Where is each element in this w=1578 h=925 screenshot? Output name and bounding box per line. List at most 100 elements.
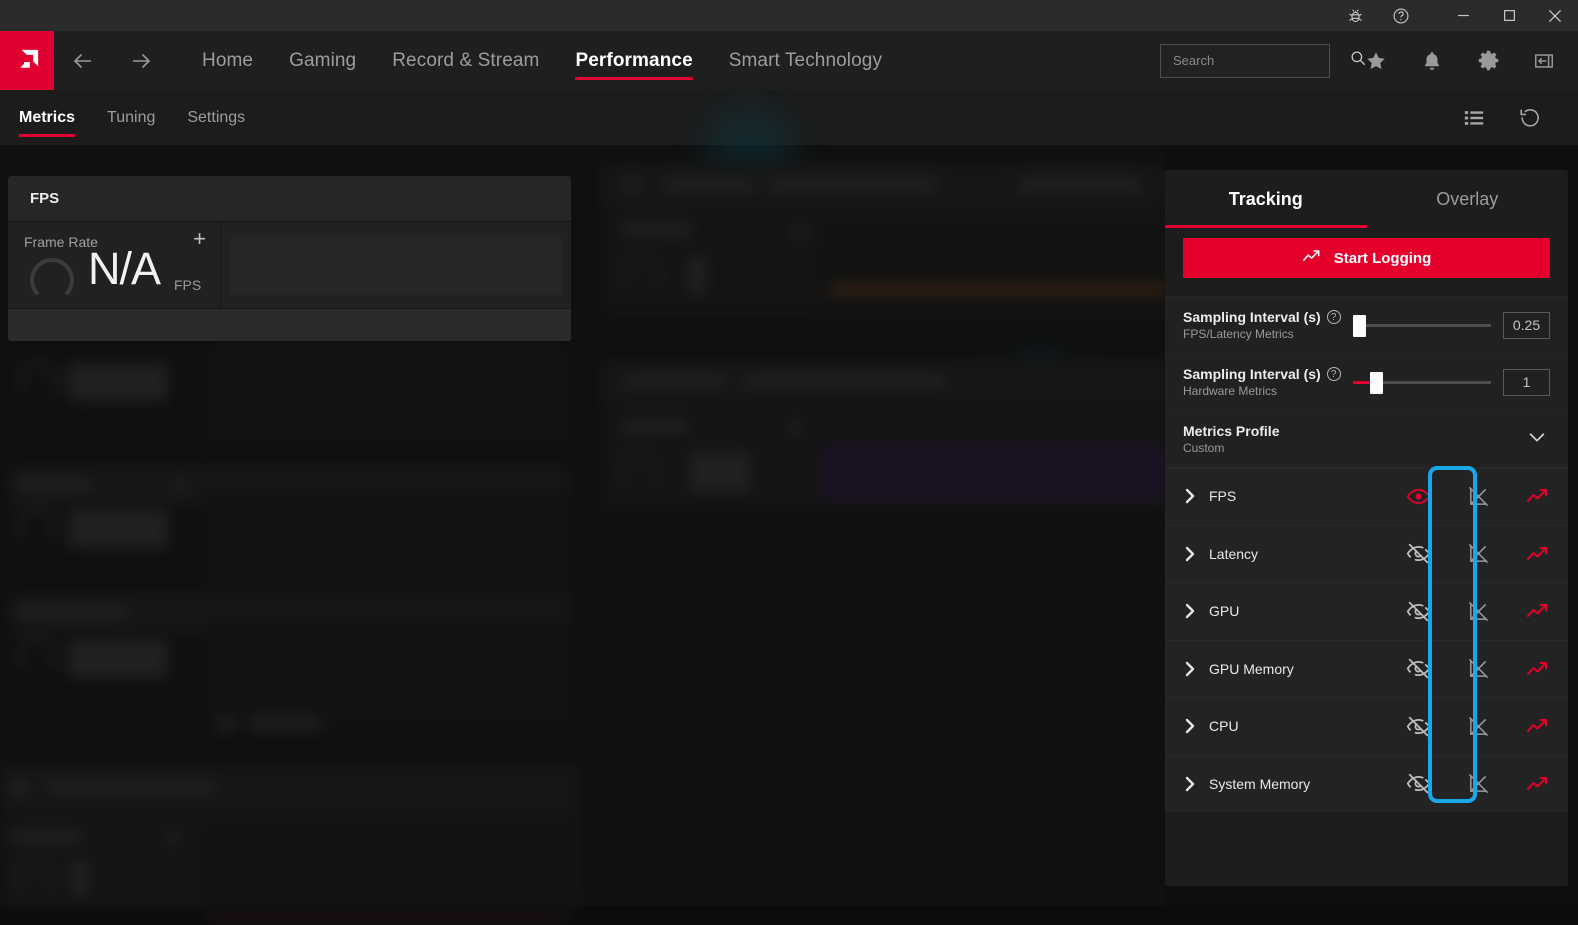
sampling-fps-title-wrap: Sampling Interval (s) ?: [1183, 309, 1341, 325]
sampling-fps-slider-track: [1353, 324, 1491, 327]
sampling-hw-title: Sampling Interval (s): [1183, 366, 1321, 382]
chevron-right-icon[interactable]: [1183, 602, 1209, 620]
fps-card-footer: [8, 308, 571, 341]
help-icon[interactable]: [1378, 0, 1424, 31]
visibility-eye-icon[interactable]: [1388, 484, 1448, 509]
nav-right-group: [1160, 31, 1578, 90]
nav-back-button[interactable]: [54, 31, 112, 90]
close-icon[interactable]: [1532, 0, 1578, 31]
settings-gear-icon[interactable]: [1460, 31, 1516, 90]
start-logging-label: Start Logging: [1334, 250, 1432, 267]
nav-item-group: Home Gaming Record & Stream Performance …: [184, 31, 900, 90]
chart-disabled-icon[interactable]: [1448, 657, 1508, 680]
collapse-panel-icon[interactable]: [1516, 31, 1572, 90]
maximize-icon[interactable]: [1486, 0, 1532, 31]
nav-item-gaming[interactable]: Gaming: [271, 31, 374, 90]
minimize-icon[interactable]: [1440, 0, 1486, 31]
sampling-fps-subtitle: FPS/Latency Metrics: [1183, 327, 1341, 341]
fps-card-title: FPS: [8, 176, 571, 222]
chart-disabled-icon[interactable]: [1448, 715, 1508, 738]
metric-row-latency[interactable]: Latency: [1165, 525, 1568, 583]
sampling-hw-value-input[interactable]: [1503, 369, 1550, 396]
metric-action-icons: [1388, 771, 1568, 796]
nav-item-record-stream[interactable]: Record & Stream: [374, 31, 557, 90]
metric-label: System Memory: [1209, 776, 1388, 792]
nav-item-home[interactable]: Home: [184, 31, 271, 90]
start-logging-container: Start Logging: [1165, 228, 1568, 296]
list-view-icon[interactable]: [1446, 90, 1502, 145]
fps-card-body: Frame Rate + N/A FPS: [8, 222, 571, 308]
chevron-right-icon[interactable]: [1183, 660, 1209, 678]
metrics-list: FPS: [1165, 467, 1568, 886]
sampling-interval-hardware-row: Sampling Interval (s) ? Hardware Metrics: [1165, 353, 1568, 410]
chevron-down-icon[interactable]: [1526, 426, 1548, 453]
frame-rate-graph-cell: [221, 222, 571, 308]
visibility-eye-off-icon[interactable]: [1388, 599, 1448, 624]
metric-row-fps[interactable]: FPS: [1165, 467, 1568, 525]
notifications-bell-icon[interactable]: [1404, 31, 1460, 90]
panel-tab-tracking[interactable]: Tracking: [1165, 170, 1367, 228]
title-bar: [0, 0, 1578, 31]
help-question-icon[interactable]: ?: [1327, 310, 1341, 324]
metric-action-icons: [1388, 714, 1568, 739]
metric-action-icons: [1388, 484, 1568, 509]
visibility-eye-off-icon[interactable]: [1388, 656, 1448, 681]
tab-tuning[interactable]: Tuning: [91, 90, 171, 145]
tab-settings[interactable]: Settings: [171, 90, 261, 145]
sampling-hw-slider[interactable]: [1353, 372, 1491, 392]
sampling-fps-value-input[interactable]: [1503, 312, 1550, 339]
sampling-hw-slider-knob[interactable]: [1370, 372, 1383, 394]
metric-row-system-memory[interactable]: System Memory: [1165, 755, 1568, 813]
visibility-eye-off-icon[interactable]: [1388, 771, 1448, 796]
nav-item-smart-technology[interactable]: Smart Technology: [711, 31, 900, 90]
chevron-right-icon[interactable]: [1183, 717, 1209, 735]
tab-metrics[interactable]: Metrics: [3, 90, 91, 145]
metric-label: GPU Memory: [1209, 661, 1388, 677]
tracking-side-panel: Tracking Overlay Start Logging Sampling …: [1165, 145, 1578, 906]
frame-rate-gauge-ring: [30, 258, 74, 302]
metric-row-gpu-memory[interactable]: GPU Memory: [1165, 640, 1568, 698]
search-box[interactable]: [1160, 44, 1330, 78]
bug-report-icon[interactable]: [1332, 0, 1378, 31]
nav-item-performance[interactable]: Performance: [557, 31, 710, 90]
amd-logo-icon[interactable]: [0, 31, 54, 90]
help-question-icon[interactable]: ?: [1327, 367, 1341, 381]
chart-disabled-icon[interactable]: [1448, 485, 1508, 508]
search-input[interactable]: [1173, 53, 1349, 68]
visibility-eye-off-icon[interactable]: [1388, 714, 1448, 739]
reset-icon[interactable]: [1502, 90, 1558, 145]
sampling-fps-slider-knob[interactable]: [1353, 315, 1366, 337]
trend-up-icon: [1302, 248, 1322, 268]
chart-disabled-icon[interactable]: [1448, 542, 1508, 565]
tracking-trend-icon[interactable]: [1508, 659, 1568, 679]
metric-row-cpu[interactable]: CPU: [1165, 697, 1568, 755]
add-metric-button[interactable]: +: [193, 228, 206, 250]
chevron-right-icon[interactable]: [1183, 487, 1209, 505]
chevron-right-icon[interactable]: [1183, 545, 1209, 563]
chevron-right-icon[interactable]: [1183, 775, 1209, 793]
chart-disabled-icon[interactable]: [1448, 772, 1508, 795]
sampling-hw-subtitle: Hardware Metrics: [1183, 384, 1341, 398]
tracking-trend-icon[interactable]: [1508, 774, 1568, 794]
start-logging-button[interactable]: Start Logging: [1183, 238, 1550, 278]
panel-tab-overlay[interactable]: Overlay: [1367, 170, 1569, 228]
frame-rate-gauge-cell: Frame Rate + N/A FPS: [8, 222, 221, 308]
metric-row-gpu[interactable]: GPU: [1165, 582, 1568, 640]
visibility-eye-off-icon[interactable]: [1388, 541, 1448, 566]
tracking-trend-icon[interactable]: [1508, 601, 1568, 621]
chart-disabled-icon[interactable]: [1448, 600, 1508, 623]
nav-forward-button[interactable]: [112, 31, 170, 90]
sampling-fps-title: Sampling Interval (s): [1183, 309, 1321, 325]
favorites-star-icon[interactable]: [1348, 31, 1404, 90]
metric-action-icons: [1388, 656, 1568, 681]
tracking-panel-inner: Tracking Overlay Start Logging Sampling …: [1165, 170, 1568, 886]
metrics-profile-row[interactable]: Metrics Profile Custom: [1165, 410, 1568, 467]
sampling-fps-slider[interactable]: [1353, 315, 1491, 335]
tracking-trend-icon[interactable]: [1508, 486, 1568, 506]
metric-label: FPS: [1209, 488, 1388, 504]
metric-action-icons: [1388, 599, 1568, 624]
tracking-trend-icon[interactable]: [1508, 544, 1568, 564]
sampling-interval-fps-row: Sampling Interval (s) ? FPS/Latency Metr…: [1165, 296, 1568, 353]
tracking-trend-icon[interactable]: [1508, 716, 1568, 736]
metric-action-icons: [1388, 541, 1568, 566]
